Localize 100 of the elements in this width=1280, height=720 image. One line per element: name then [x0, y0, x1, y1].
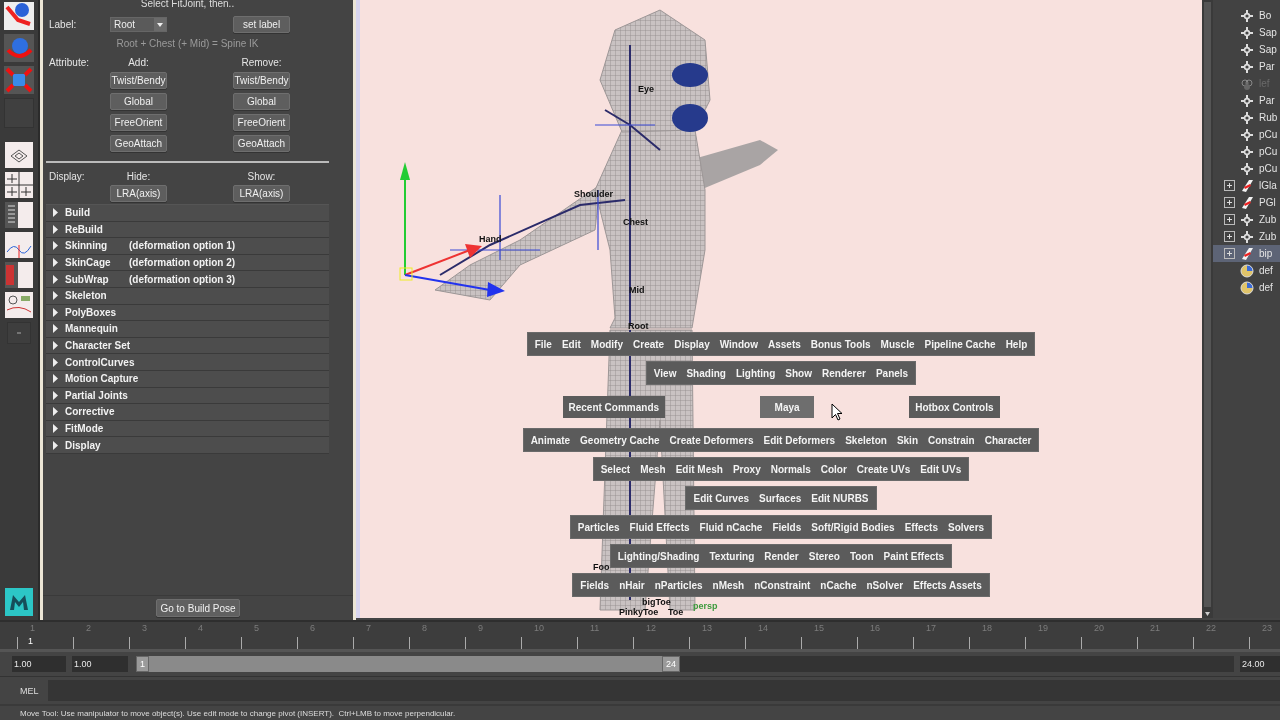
outliner-item[interactable]: def: [1213, 279, 1280, 296]
hotbox-menu-item[interactable]: Assets: [762, 333, 806, 355]
hotbox-menu-item[interactable]: Create: [628, 333, 670, 355]
hotbox-menu-item[interactable]: Modify: [585, 333, 628, 355]
hotbox-center-button[interactable]: Maya: [760, 396, 815, 418]
remove-attribute-button[interactable]: GeoAttach: [233, 135, 290, 152]
scroll-down-icon[interactable]: [1203, 609, 1212, 618]
outliner-item[interactable]: Zub: [1213, 228, 1280, 245]
single-view-layout-icon[interactable]: [5, 142, 33, 168]
outliner-layout-icon[interactable]: [5, 202, 33, 228]
hotbox-menu-item[interactable]: Animate: [525, 429, 576, 451]
hotbox-menu-item[interactable]: Muscle: [875, 333, 920, 355]
hotbox-menu-item[interactable]: Edit Mesh: [670, 458, 728, 480]
hotbox-menu-item[interactable]: Effects Assets: [908, 574, 987, 596]
remove-attribute-button[interactable]: FreeOrient: [233, 114, 290, 131]
hotbox-menu-item[interactable]: Constrain: [923, 429, 980, 451]
node-layout-icon[interactable]: [5, 292, 33, 318]
hotbox-menu-item[interactable]: Shading: [681, 362, 731, 384]
remove-attribute-button[interactable]: Twist/Bendy: [233, 72, 290, 89]
section-header[interactable]: SubWrap (deformation option 3): [46, 271, 329, 288]
playback-end-field[interactable]: 24.00: [1240, 656, 1280, 672]
hotbox-menu-item[interactable]: Select: [595, 458, 636, 480]
hotbox-menu-item[interactable]: nCache: [815, 574, 862, 596]
hotbox-menu-item[interactable]: Mesh: [635, 458, 671, 480]
outliner-item[interactable]: lGla: [1213, 177, 1280, 194]
add-attribute-button[interactable]: FreeOrient: [110, 114, 167, 131]
playback-start-field[interactable]: 1.00: [72, 656, 128, 672]
outliner-item[interactable]: Par: [1213, 58, 1280, 75]
hotbox-menu-item[interactable]: Effects: [899, 516, 943, 538]
outliner-item[interactable]: Bo: [1213, 7, 1280, 24]
hotbox-menu-item[interactable]: Bonus Tools: [805, 333, 876, 355]
hotbox-menu-item[interactable]: Lighting/Shading: [612, 545, 705, 567]
expand-icon[interactable]: [1224, 214, 1235, 225]
hotbox-menu-item[interactable]: Edit UVs: [915, 458, 967, 480]
show-lra-button[interactable]: LRA(axis): [233, 185, 290, 202]
build-pose-button[interactable]: Go to Build Pose: [156, 599, 240, 617]
section-header[interactable]: Build: [46, 205, 329, 222]
outliner-item[interactable]: pCu: [1213, 126, 1280, 143]
hotbox-menu-item[interactable]: Proxy: [727, 458, 766, 480]
hotbox-menu-item[interactable]: Create Deformers: [664, 429, 759, 451]
hotbox-menu-item[interactable]: Fields: [767, 516, 807, 538]
hotbox-menu-item[interactable]: Pipeline Cache: [919, 333, 1001, 355]
hotbox-menu-item[interactable]: View: [648, 362, 682, 384]
outliner-item[interactable]: pCu: [1213, 143, 1280, 160]
hotbox-menu-item[interactable]: Soft/Rigid Bodies: [806, 516, 900, 538]
section-header[interactable]: Skinning (deformation option 1): [46, 238, 329, 255]
hotbox-menu-item[interactable]: Skeleton: [840, 429, 892, 451]
hotbox-menu-item[interactable]: Geometry Cache: [575, 429, 665, 451]
section-header[interactable]: Mannequin: [46, 321, 329, 338]
outliner-item[interactable]: bip: [1213, 245, 1280, 262]
command-language-label[interactable]: MEL: [0, 685, 48, 696]
hotbox-menu-item[interactable]: Paint Effects: [878, 545, 950, 567]
start-time-field[interactable]: 1.00: [12, 656, 66, 672]
outliner-item[interactable]: pCu: [1213, 160, 1280, 177]
hotbox-menu-item[interactable]: Solvers: [943, 516, 990, 538]
section-header[interactable]: Corrective: [46, 404, 329, 421]
set-label-button[interactable]: set label: [233, 15, 290, 33]
remove-attribute-button[interactable]: Global: [233, 93, 290, 110]
add-attribute-button[interactable]: Global: [110, 93, 167, 110]
hotbox-menu-item[interactable]: File: [529, 333, 557, 355]
hotbox-menu-item[interactable]: Window: [714, 333, 763, 355]
hotbox-menu-item[interactable]: Character: [979, 429, 1037, 451]
hotbox-menu-item[interactable]: Color: [815, 458, 852, 480]
hotbox-menu-item[interactable]: Help: [1000, 333, 1033, 355]
add-attribute-button[interactable]: Twist/Bendy: [110, 72, 167, 89]
outliner-item[interactable]: PGl: [1213, 194, 1280, 211]
hotbox-menu-button[interactable]: Recent Commands: [562, 396, 666, 418]
hotbox-menu-item[interactable]: Edit Curves: [688, 487, 755, 509]
expand-icon[interactable]: [1224, 231, 1235, 242]
hotbox-menu-item[interactable]: Renderer: [817, 362, 871, 384]
section-header[interactable]: Display: [46, 437, 329, 454]
hotbox-menu-item[interactable]: Fields: [575, 574, 615, 596]
hotbox-menu-item[interactable]: Surfaces: [754, 487, 807, 509]
outliner-item[interactable]: Sap: [1213, 24, 1280, 41]
hotbox-menu-item[interactable]: Show: [780, 362, 817, 384]
hotbox-menu-item[interactable]: nParticles: [649, 574, 708, 596]
hotbox-menu-item[interactable]: Texturing: [704, 545, 760, 567]
outliner-item[interactable]: Rub: [1213, 109, 1280, 126]
outliner-item[interactable]: Sap: [1213, 41, 1280, 58]
section-header[interactable]: ControlCurves: [46, 354, 329, 371]
hotbox-menu-item[interactable]: nConstraint: [749, 574, 816, 596]
hotbox-menu-item[interactable]: Skin: [891, 429, 923, 451]
outliner-item[interactable]: Par: [1213, 92, 1280, 109]
hotbox-menu-item[interactable]: nMesh: [707, 574, 750, 596]
hotbox-menu-item[interactable]: Normals: [765, 458, 816, 480]
hide-lra-button[interactable]: LRA(axis): [110, 185, 167, 202]
expand-icon[interactable]: [1224, 197, 1235, 208]
hotbox-menu-item[interactable]: Edit Deformers: [758, 429, 841, 451]
expand-icon[interactable]: [1224, 248, 1235, 259]
hotbox-menu-item[interactable]: Particles: [572, 516, 625, 538]
add-attribute-button[interactable]: GeoAttach: [110, 135, 167, 152]
hotbox-menu-item[interactable]: Panels: [870, 362, 914, 384]
hotbox-menu-item[interactable]: Fluid nCache: [694, 516, 768, 538]
hotbox-menu-item[interactable]: Stereo: [803, 545, 845, 567]
hotbox-menu-item[interactable]: Fluid Effects: [624, 516, 695, 538]
four-view-layout-icon[interactable]: [5, 172, 33, 198]
hypergraph-layout-icon[interactable]: [5, 262, 33, 288]
outliner-item[interactable]: Zub: [1213, 211, 1280, 228]
hotbox-menu-item[interactable]: Lighting: [730, 362, 781, 384]
hotbox-menu-item[interactable]: nHair: [614, 574, 650, 596]
